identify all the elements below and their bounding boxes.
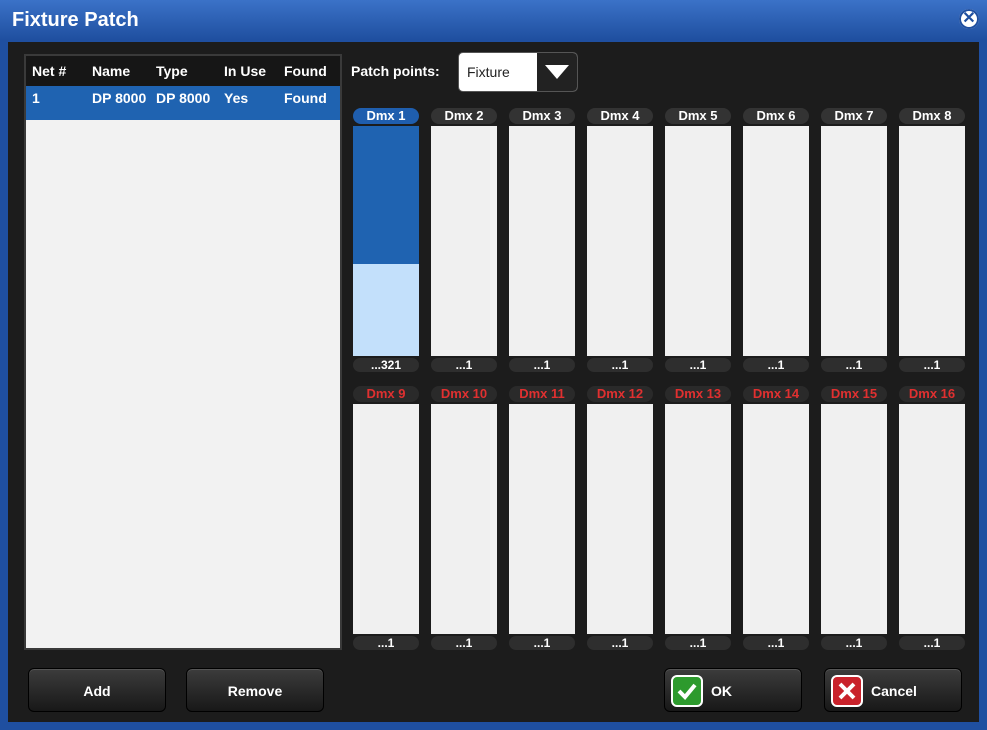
channel-used-fill bbox=[353, 126, 419, 264]
column-header-in-use[interactable]: In Use bbox=[218, 63, 278, 79]
dmx-channel-bar[interactable] bbox=[509, 404, 575, 634]
dmx-channel-bar[interactable] bbox=[743, 404, 809, 634]
table-row[interactable]: 1 DP 8000 DP 8000 Yes Found bbox=[26, 86, 340, 120]
dmx-channel-bar[interactable] bbox=[353, 404, 419, 634]
dmx-channel-bar[interactable] bbox=[821, 404, 887, 634]
column-header-net[interactable]: Net # bbox=[26, 63, 86, 79]
add-button-label: Add bbox=[83, 683, 111, 699]
dmx-channel-bar[interactable] bbox=[431, 404, 497, 634]
cell-name: DP 8000 bbox=[92, 90, 147, 106]
dmx-channel-address: ...1 bbox=[353, 636, 419, 650]
dmx-channel-label: Dmx 11 bbox=[509, 386, 575, 402]
ok-button[interactable]: OK bbox=[664, 668, 802, 712]
add-button[interactable]: Add bbox=[28, 668, 166, 712]
dmx-channel-address: ...1 bbox=[665, 358, 731, 372]
channel-selected-fill bbox=[353, 264, 419, 356]
dmx-channel-label: Dmx 10 bbox=[431, 386, 497, 402]
x-icon bbox=[831, 675, 863, 707]
dmx-channel-bar[interactable] bbox=[665, 126, 731, 356]
cell-type: DP 8000 bbox=[156, 90, 211, 106]
dmx-channel-label: Dmx 7 bbox=[821, 108, 887, 124]
dmx-channel-address: ...1 bbox=[509, 636, 575, 650]
cell-found: Found bbox=[284, 90, 327, 106]
dmx-channel-label: Dmx 4 bbox=[587, 108, 653, 124]
close-icon[interactable]: ✕ bbox=[959, 9, 979, 29]
dmx-channel-bar[interactable] bbox=[353, 126, 419, 356]
dmx-channel-address: ...1 bbox=[899, 358, 965, 372]
dialog-content: Net # Name Type In Use Found 1 DP 8000 D… bbox=[8, 42, 979, 722]
dropdown-arrow[interactable] bbox=[537, 53, 577, 91]
dmx-channel-address: ...1 bbox=[821, 636, 887, 650]
patch-points-value: Fixture bbox=[467, 64, 510, 80]
dmx-channel-bar[interactable] bbox=[899, 404, 965, 634]
dmx-channel-bar[interactable] bbox=[509, 126, 575, 356]
dmx-channel-bar[interactable] bbox=[431, 126, 497, 356]
window-title: Fixture Patch bbox=[12, 9, 139, 31]
dmx-channel-bar[interactable] bbox=[821, 126, 887, 356]
dmx-channel-address: ...1 bbox=[431, 636, 497, 650]
cancel-button[interactable]: Cancel bbox=[824, 668, 962, 712]
patch-points-label: Patch points: bbox=[351, 63, 440, 79]
remove-button[interactable]: Remove bbox=[186, 668, 324, 712]
dmx-channel-address: ...1 bbox=[743, 358, 809, 372]
dmx-channel-label: Dmx 3 bbox=[509, 108, 575, 124]
column-header-name[interactable]: Name bbox=[86, 63, 150, 79]
dmx-channel-address: ...1 bbox=[665, 636, 731, 650]
column-header-type[interactable]: Type bbox=[150, 63, 218, 79]
column-header-found[interactable]: Found bbox=[278, 63, 338, 79]
dmx-channel-label: Dmx 12 bbox=[587, 386, 653, 402]
dmx-channel-label: Dmx 1 bbox=[353, 108, 419, 124]
dmx-channel-address: ...1 bbox=[509, 358, 575, 372]
dmx-channel-bar[interactable] bbox=[587, 126, 653, 356]
dmx-channel-label: Dmx 15 bbox=[821, 386, 887, 402]
dmx-channel-label: Dmx 2 bbox=[431, 108, 497, 124]
ok-button-label: OK bbox=[711, 683, 732, 699]
dmx-channel-address: ...1 bbox=[821, 358, 887, 372]
fixture-patch-window: Fixture Patch ✕ Net # Name Type In Use F… bbox=[0, 0, 987, 730]
triangle-down-icon bbox=[545, 65, 569, 79]
patch-points-dropdown[interactable]: Fixture bbox=[458, 52, 578, 92]
cell-in-use: Yes bbox=[224, 90, 249, 106]
dmx-channel-label: Dmx 5 bbox=[665, 108, 731, 124]
dmx-channel-bar[interactable] bbox=[665, 404, 731, 634]
dmx-channel-label: Dmx 16 bbox=[899, 386, 965, 402]
dmx-channel-address: ...1 bbox=[743, 636, 809, 650]
dmx-channel-address: ...1 bbox=[899, 636, 965, 650]
cell-net: 1 bbox=[32, 90, 40, 106]
dmx-channel-address: ...321 bbox=[353, 358, 419, 372]
title-bar: Fixture Patch ✕ bbox=[0, 0, 987, 40]
fixture-list: Net # Name Type In Use Found 1 DP 8000 D… bbox=[24, 54, 342, 650]
dmx-channel-label: Dmx 14 bbox=[743, 386, 809, 402]
dmx-channel-label: Dmx 8 bbox=[899, 108, 965, 124]
dmx-channel-address: ...1 bbox=[431, 358, 497, 372]
dmx-channel-bar[interactable] bbox=[587, 404, 653, 634]
remove-button-label: Remove bbox=[227, 683, 283, 699]
dmx-channel-bar[interactable] bbox=[899, 126, 965, 356]
dmx-channel-address: ...1 bbox=[587, 636, 653, 650]
dmx-channel-label: Dmx 6 bbox=[743, 108, 809, 124]
dmx-channel-address: ...1 bbox=[587, 358, 653, 372]
cancel-button-label: Cancel bbox=[871, 683, 917, 699]
dmx-channel-bar[interactable] bbox=[743, 126, 809, 356]
dmx-channel-label: Dmx 9 bbox=[353, 386, 419, 402]
list-header: Net # Name Type In Use Found bbox=[26, 56, 340, 86]
dmx-channel-label: Dmx 13 bbox=[665, 386, 731, 402]
checkmark-icon bbox=[671, 675, 703, 707]
